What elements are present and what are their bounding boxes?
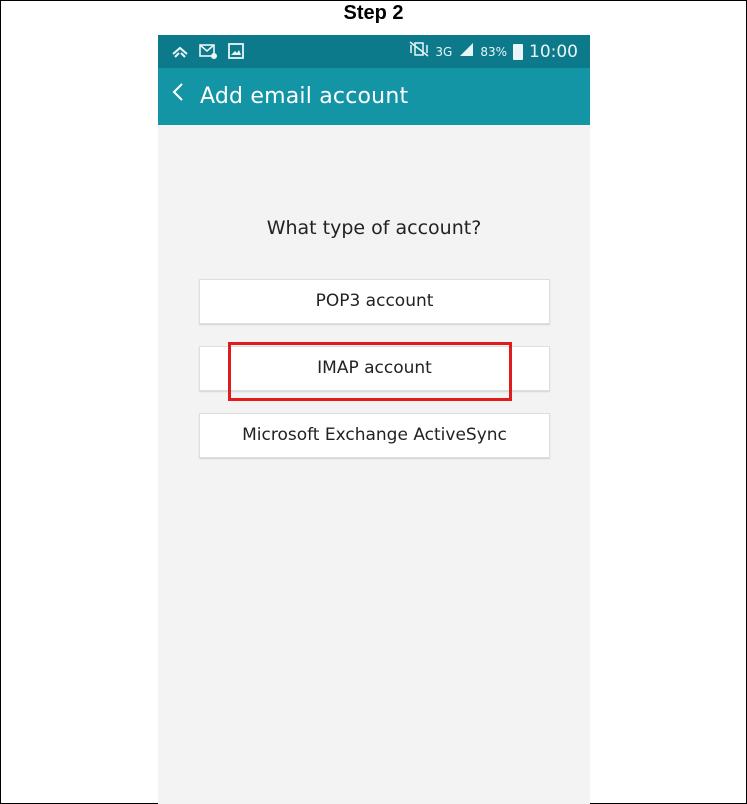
status-bar: 3G 83% 10:00: [158, 35, 590, 68]
notification-icons: [170, 41, 246, 61]
account-type-question: What type of account?: [266, 217, 482, 239]
back-button[interactable]: [170, 81, 186, 108]
imap-highlight-box: [228, 342, 512, 401]
missed-call-icon: [170, 41, 190, 61]
page-title: Add email account: [200, 84, 409, 109]
signal-icon: [458, 41, 474, 62]
exchange-activesync-button[interactable]: Microsoft Exchange ActiveSync: [199, 413, 550, 458]
email-notification-icon: [198, 41, 218, 61]
step-title: Step 2: [343, 2, 404, 24]
vibrate-mute-icon: [409, 41, 429, 62]
phone-screen: 3G 83% 10:00 Add email account What type…: [158, 35, 590, 804]
network-type: 3G: [435, 44, 453, 59]
status-right: 3G 83% 10:00: [409, 41, 578, 62]
battery-icon: [513, 43, 523, 60]
app-bar: Add email account: [158, 68, 590, 125]
clock: 10:00: [529, 41, 578, 62]
pop3-account-button[interactable]: POP3 account: [199, 279, 550, 324]
chevron-left-icon: [172, 83, 183, 101]
battery-percent: 83%: [480, 44, 507, 59]
gallery-icon: [226, 41, 246, 61]
